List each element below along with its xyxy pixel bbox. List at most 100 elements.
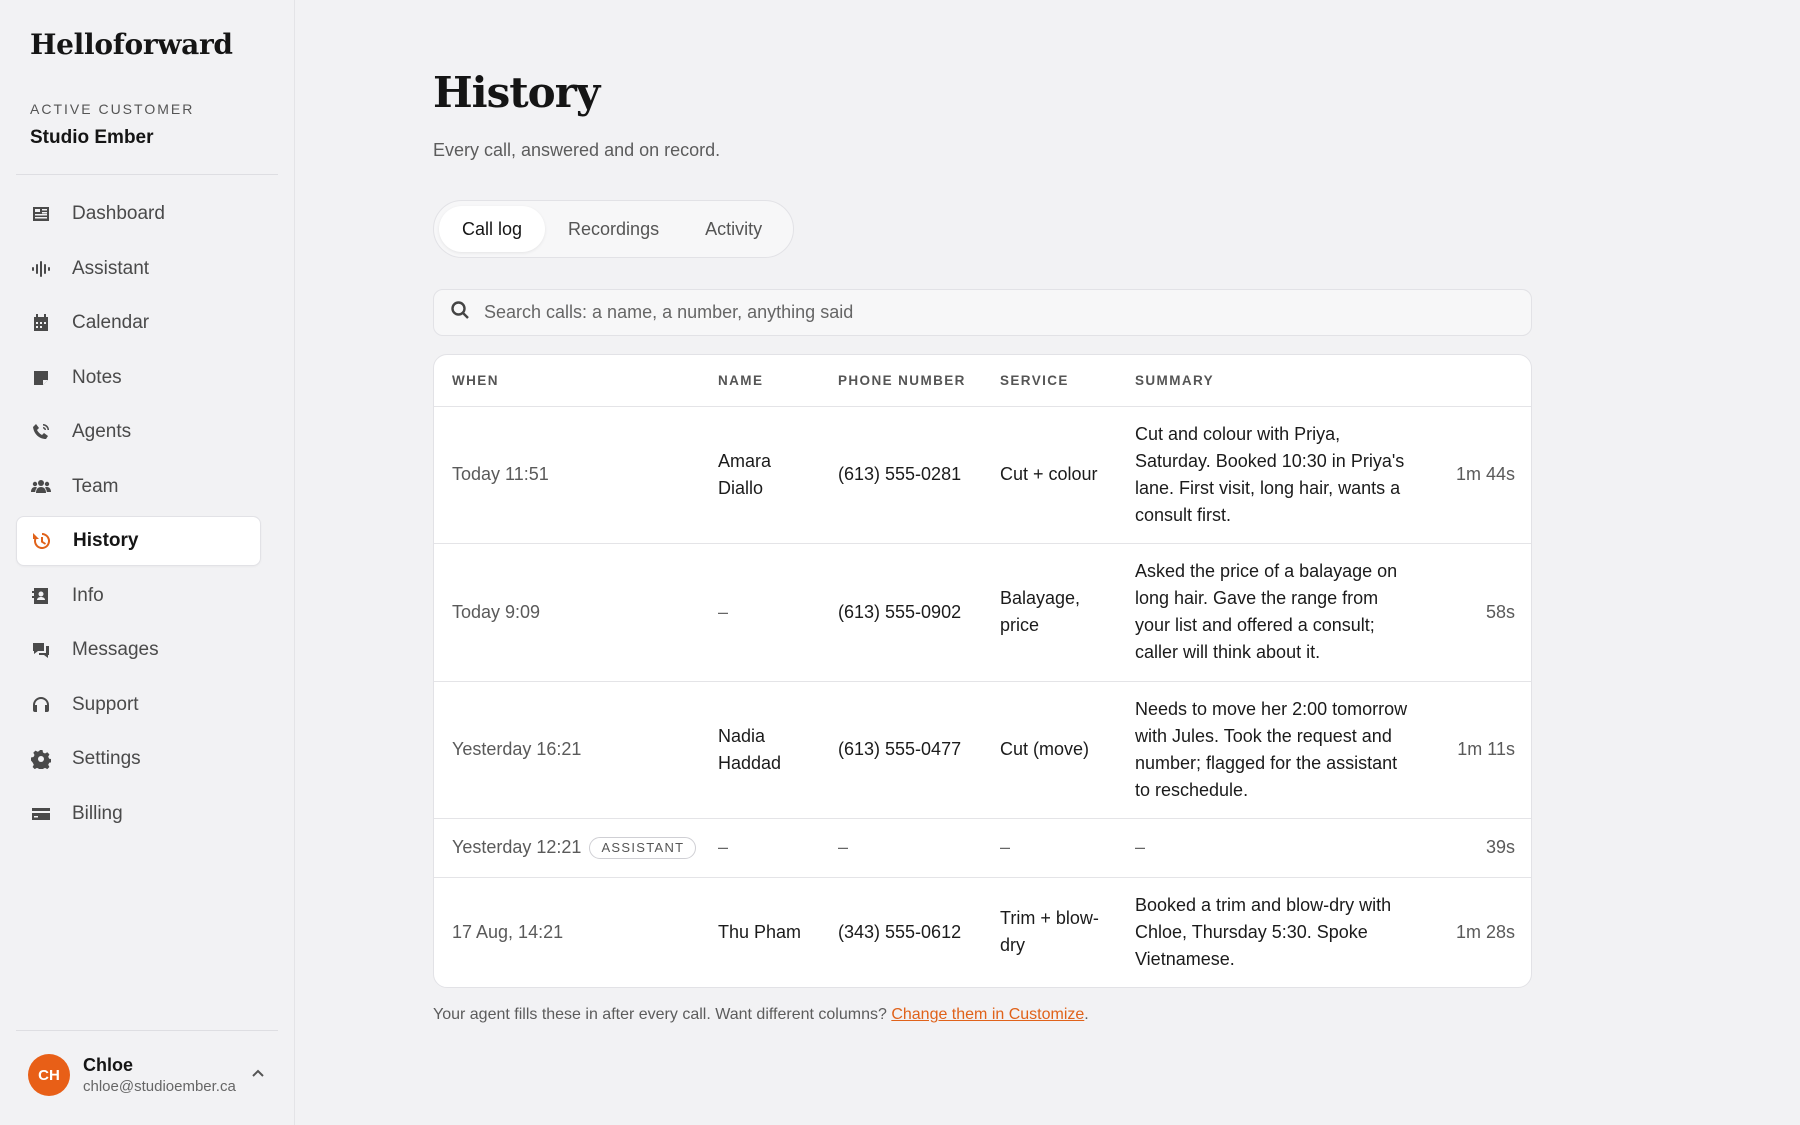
sidebar-item-settings[interactable]: Settings	[16, 734, 261, 784]
avatar: CH	[28, 1054, 70, 1096]
assistant-badge: ASSISTANT	[589, 837, 697, 860]
sidebar-item-label: Agents	[72, 421, 132, 442]
credit-card-icon	[30, 803, 52, 825]
page-title: History	[433, 68, 600, 117]
waveform-icon	[30, 258, 52, 280]
cell-summary: Cut and colour with Priya, Saturday. Boo…	[1117, 406, 1417, 544]
sidebar-item-label: Notes	[72, 366, 122, 388]
cell-name: Amara Diallo	[700, 406, 820, 544]
cell-name: –	[700, 818, 820, 878]
cell-service: Cut (move)	[982, 681, 1117, 819]
table-row[interactable]: Today 11:51 Amara Diallo (613) 555-0281 Cut…	[434, 406, 1531, 544]
sidebar-item-dashboard[interactable]: Dashboard	[16, 189, 261, 239]
cell-duration: 1m 11s	[1417, 681, 1531, 819]
column-header-when[interactable]: WHEN	[434, 355, 700, 407]
cell-service: Cut + colour	[982, 406, 1117, 544]
active-customer-label: ACTIVE CUSTOMER	[30, 101, 195, 117]
user-name: Chloe	[83, 1055, 134, 1075]
sidebar-item-label: Messages	[72, 639, 159, 660]
sidebar-item-agents[interactable]: Agents	[16, 407, 261, 457]
table-row[interactable]: Yesterday 12:21 ASSISTANT – – – –39s	[434, 818, 1531, 878]
cell-service: Balayage, price	[982, 543, 1117, 682]
sidebar-item-label: Team	[72, 475, 119, 497]
sidebar-nav: Dashboard Assistant Calendar Notes Agents Tea…	[16, 189, 261, 843]
sidebar-item-calendar[interactable]: Calendar	[16, 298, 261, 348]
chat-icon	[30, 639, 52, 661]
contact-card-icon	[30, 585, 52, 607]
gear-icon	[30, 748, 52, 770]
brand-logo[interactable]: Helloforward	[30, 28, 233, 61]
table-row[interactable]: Today 9:09 – (613) 555-0902 Balayage, price…	[434, 543, 1531, 682]
sidebar: Helloforward ACTIVE CUSTOMER Studio Embe…	[0, 0, 295, 1125]
page-subtitle: Every call, answered and on record.	[433, 140, 721, 160]
search-bar	[433, 289, 1532, 336]
chevron-up-icon[interactable]	[250, 1066, 266, 1082]
active-customer-name[interactable]: Studio Ember	[30, 127, 154, 149]
phone-icon	[30, 421, 52, 443]
cell-when: Today 11:51	[434, 406, 700, 544]
column-header-service[interactable]: SERVICE	[982, 355, 1117, 407]
footnote-text: Your agent fills these in after every ca…	[433, 1006, 892, 1023]
user-email: chloe@studioember.ca	[83, 1078, 236, 1095]
column-header-summary[interactable]: SUMMARY	[1117, 355, 1417, 407]
cell-when: Yesterday 16:21	[434, 681, 700, 819]
sidebar-item-info[interactable]: Info	[16, 571, 261, 621]
sidebar-item-label: Assistant	[72, 257, 150, 279]
tab-recordings[interactable]: Recordings	[545, 206, 682, 252]
history-icon	[31, 530, 53, 552]
call-time: Today 9:09	[452, 601, 541, 622]
cell-summary: Booked a trim and blow-dry with Chloe, T…	[1135, 894, 1392, 969]
cell-summary: Needs to move her 2:00 tomorrow with Jul…	[1117, 681, 1417, 819]
customize-link[interactable]: Change them in Customize	[891, 1006, 1084, 1023]
sidebar-divider	[16, 174, 278, 175]
footnote-end: .	[1084, 1006, 1089, 1023]
cell-duration: 1m 44s	[1417, 406, 1531, 544]
sidebar-divider	[16, 1030, 278, 1031]
calendar-icon	[30, 312, 52, 334]
cell-phone: –	[820, 818, 982, 878]
sidebar-item-billing[interactable]: Billing	[16, 789, 261, 839]
column-header-name[interactable]: NAME	[700, 355, 820, 407]
sidebar-item-support[interactable]: Support	[16, 680, 261, 730]
cell-when: Yesterday 12:21 ASSISTANT	[434, 818, 700, 878]
call-time: 17 Aug, 14:21	[452, 921, 564, 942]
call-time: Yesterday 12:21	[452, 837, 582, 857]
cell-duration: 39s	[1417, 818, 1531, 878]
cell-phone: (613) 555-0477	[820, 681, 982, 819]
table-row[interactable]: Yesterday 16:21 Nadia Haddad (613) 555-047…	[434, 681, 1531, 819]
search-input[interactable]	[484, 302, 1484, 323]
cell-name: Nadia Haddad	[700, 681, 820, 819]
sidebar-item-assistant[interactable]: Assistant	[16, 244, 261, 294]
cell-duration: 58s	[1417, 543, 1531, 682]
tab-activity[interactable]: Activity	[682, 206, 785, 252]
cell-name: –	[700, 543, 820, 682]
sidebar-item-label: Calendar	[72, 312, 150, 333]
cell-service: Trim + blow-dry	[1000, 908, 1099, 956]
sidebar-item-messages[interactable]: Messages	[16, 625, 261, 675]
sidebar-item-label: Settings	[72, 748, 141, 769]
headset-icon	[30, 694, 52, 716]
table-row[interactable]: 17 Aug, 14:21 Thu Pham (343) 555-0612 Trim …	[434, 877, 1531, 987]
user-menu[interactable]: CH Chloe chloe@studioember.ca	[28, 1054, 236, 1096]
sidebar-item-team[interactable]: Team	[16, 462, 261, 512]
column-header-phone[interactable]: PHONE NUMBER	[820, 355, 982, 407]
cell-summary: –	[1117, 818, 1417, 878]
call-time: Today 11:51	[452, 464, 549, 484]
cell-when: 17 Aug, 14:21	[434, 877, 700, 987]
cell-phone: (613) 555-0902	[820, 543, 982, 682]
cell-summary: Asked the price of a balayage on long ha…	[1117, 543, 1417, 682]
sidebar-item-history[interactable]: History	[16, 516, 261, 566]
tab-bar: Call log Recordings Activity	[433, 200, 794, 258]
table-header-row: WHEN NAME PHONE NUMBER SERVICE SUMMARY	[434, 355, 1531, 407]
cell-name: Thu Pham	[718, 921, 802, 942]
call-time: Yesterday 16:21	[452, 739, 582, 759]
note-icon	[30, 367, 52, 389]
tab-call-log[interactable]: Call log	[439, 206, 546, 252]
search-icon	[450, 300, 470, 325]
call-log-table: WHEN NAME PHONE NUMBER SERVICE SUMMARY T…	[433, 354, 1532, 988]
cell-when: Today 9:09	[434, 543, 700, 682]
cell-duration: 1m 28s	[1455, 921, 1515, 942]
sidebar-item-notes[interactable]: Notes	[16, 353, 261, 403]
team-icon	[30, 476, 52, 498]
sidebar-item-label: Billing	[72, 802, 123, 824]
